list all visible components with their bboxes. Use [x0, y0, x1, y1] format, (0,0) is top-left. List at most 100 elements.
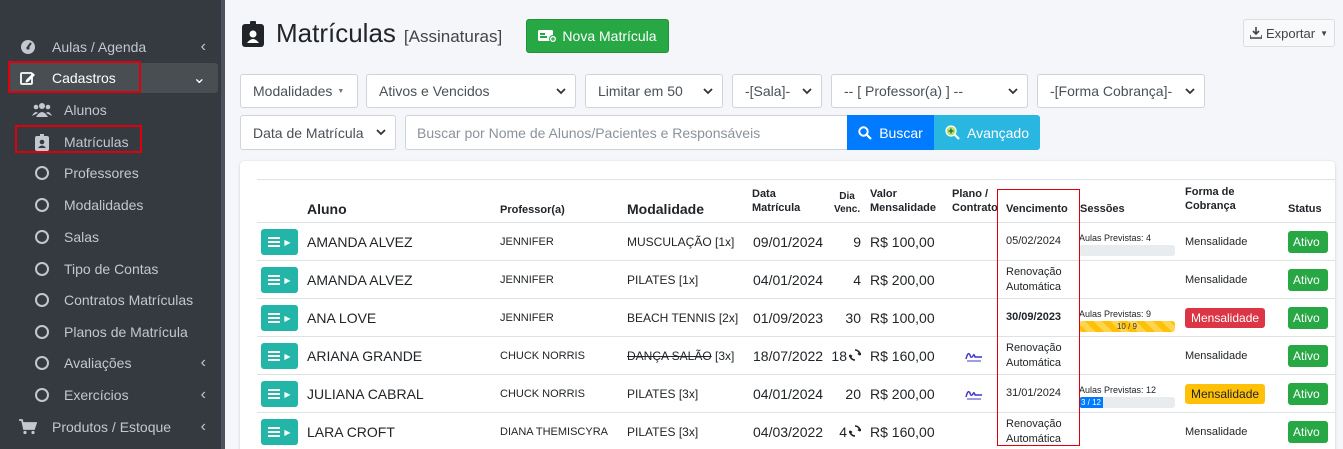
- row-menu-button[interactable]: ▶: [261, 229, 298, 255]
- col-header-line: Matrícula: [752, 201, 801, 214]
- table-row[interactable]: ▶ AMANDA ALVEZ JENNIFER MUSCULAÇÃO [1x] …: [257, 222, 1335, 260]
- sidebar-item-alunos[interactable]: Alunos: [8, 95, 218, 125]
- col-header-dia-venc[interactable]: Dia Venc.: [834, 191, 860, 216]
- aluno-name[interactable]: ARIANA GRANDE: [307, 337, 422, 374]
- professor-select[interactable]: -- [ Professor(a) ] --: [831, 74, 1028, 108]
- status-select[interactable]: Ativos e Vencidos: [366, 74, 576, 108]
- aluno-name[interactable]: ANA LOVE: [307, 299, 376, 336]
- search-button[interactable]: Buscar: [847, 115, 934, 150]
- row-menu-button[interactable]: ▶: [261, 381, 298, 407]
- limit-select[interactable]: Limitar em 50: [585, 74, 723, 108]
- sessoes-cell: Aulas Previstas: 9 10 / 9: [1079, 299, 1179, 336]
- sala-select[interactable]: -[Sala]-: [732, 74, 822, 108]
- col-header-aluno[interactable]: Aluno: [307, 201, 347, 219]
- dia-vencimento: 4: [831, 261, 861, 298]
- dia-value: 9: [853, 233, 861, 250]
- col-header-line: Forma de: [1185, 186, 1235, 198]
- row-menu-button[interactable]: ▶: [261, 419, 298, 445]
- dia-vencimento: 9: [831, 223, 861, 260]
- table-row[interactable]: ▶ ARIANA GRANDE CHUCK NORRIS DANÇA SALÃO…: [257, 336, 1335, 374]
- status-badge[interactable]: Ativo: [1288, 421, 1328, 443]
- row-menu-button[interactable]: ▶: [261, 267, 298, 293]
- sidebar-item-contratos-matriculas[interactable]: Contratos Matrículas: [8, 285, 218, 315]
- col-header-data-matricula[interactable]: Data Matrícula: [752, 188, 800, 216]
- sidebar-item-label: Exercícios: [64, 387, 129, 403]
- sidebar-item-produtos-estoque[interactable]: Produtos / Estoque ‹: [8, 412, 218, 442]
- chevron-left-icon: ‹: [200, 354, 206, 371]
- enrollments-card: Aluno Professor(a) Modalidade Data Matrí…: [240, 161, 1335, 449]
- status-badge[interactable]: Ativo: [1288, 345, 1328, 367]
- status-badge[interactable]: Ativo: [1288, 307, 1328, 329]
- menu-icon: [268, 427, 281, 437]
- circle-icon: [30, 325, 54, 339]
- row-menu-button[interactable]: ▶: [261, 305, 298, 331]
- table-row[interactable]: ▶ LARA CROFT DIANA THEMISCYRA PILATES [3…: [257, 412, 1335, 449]
- dia-vencimento: 4: [831, 413, 862, 449]
- forma-cobranca-badge: Mensalidade: [1185, 425, 1248, 438]
- valor-mensalidade: R$ 200,00: [870, 271, 935, 288]
- professor-name: JENNIFER: [500, 235, 554, 248]
- contract-cell: [965, 413, 990, 449]
- modalidade: BEACH TENNIS [2x]: [627, 299, 738, 336]
- modalidade: DANÇA SALÃO [3x]: [627, 337, 734, 374]
- advanced-search-button[interactable]: Avançado: [934, 115, 1040, 150]
- modalidade-name: PILATES: [627, 386, 676, 401]
- row-menu-button[interactable]: ▶: [261, 343, 298, 369]
- caret-right-icon: ▶: [284, 351, 291, 361]
- status-badge[interactable]: Ativo: [1288, 383, 1328, 405]
- sidebar-item-exercicios[interactable]: Exercícios ‹: [8, 380, 218, 410]
- data-matricula: 04/01/2024: [753, 271, 824, 288]
- aluno-name[interactable]: AMANDA ALVEZ: [307, 223, 413, 260]
- sidebar-item-avaliacoes[interactable]: Avaliações ‹: [8, 348, 218, 378]
- sidebar-item-planos-de-matricula[interactable]: Planos de Matrícula: [8, 317, 218, 347]
- new-enrollment-button[interactable]: Nova Matrícula: [526, 19, 669, 53]
- forma-cobranca-select-value: -[Forma Cobrança]-: [1050, 83, 1173, 99]
- data-matricula: 09/01/2024: [753, 233, 824, 250]
- forma-cobranca-select[interactable]: -[Forma Cobrança]-: [1037, 74, 1205, 108]
- col-header-professor[interactable]: Professor(a): [500, 204, 565, 218]
- sessoes-label: Aulas Previstas: 9: [1079, 309, 1152, 319]
- modalidade-name: DANÇA SALÃO: [627, 348, 712, 363]
- col-header-modalidade[interactable]: Modalidade: [627, 201, 704, 219]
- modalidades-label: Modalidades: [253, 83, 333, 99]
- aluno-name[interactable]: LARA CROFT: [307, 413, 395, 449]
- col-header-valor[interactable]: Valor Mensalidade: [870, 188, 936, 216]
- professor-name: CHUCK NORRIS: [500, 387, 585, 400]
- table-row[interactable]: ▶ ANA LOVE JENNIFER BEACH TENNIS [2x] 01…: [257, 298, 1335, 336]
- export-button[interactable]: Exportar ▼: [1243, 19, 1335, 47]
- dia-vencimento: 20: [831, 375, 861, 412]
- dia-value: 30: [845, 309, 861, 326]
- valor-mensalidade: R$ 160,00: [870, 347, 935, 364]
- status-badge[interactable]: Ativo: [1288, 231, 1328, 253]
- caret-right-icon: ▶: [284, 237, 291, 247]
- sidebar-item-modalidades[interactable]: Modalidades: [8, 190, 218, 220]
- signature-icon: [965, 390, 982, 399]
- highlight-box: [8, 61, 141, 93]
- modalidades-dropdown[interactable]: Modalidades ▼: [240, 74, 358, 108]
- sidebar-item-tipo-de-contas[interactable]: Tipo de Contas: [8, 254, 218, 284]
- col-header-forma-cobranca[interactable]: Forma de Cobrança: [1185, 186, 1236, 214]
- modalidade-name: PILATES: [627, 272, 676, 287]
- col-header-plano[interactable]: Plano / Contrato: [952, 188, 998, 216]
- export-label: Exportar: [1265, 25, 1316, 41]
- col-header-sessoes[interactable]: Sessões: [1080, 203, 1125, 217]
- date-field-select[interactable]: Data de Matrícula: [240, 115, 396, 150]
- modalidade-freq: [3x]: [678, 424, 699, 439]
- caret-right-icon: ▶: [284, 275, 291, 285]
- forma-cobranca: Mensalidade: [1185, 223, 1247, 260]
- sidebar-item-aulas-agenda[interactable]: Aulas / Agenda ‹: [8, 32, 218, 62]
- sidebar: Aulas / Agenda ‹ Cadastros ⌄ Alunos Matr…: [0, 0, 225, 449]
- search-input[interactable]: Buscar por Nome de Alunos/Pacientes e Re…: [405, 115, 848, 150]
- dia-vencimento: 18: [831, 337, 862, 374]
- modalidade-name: MUSCULAÇÃO: [627, 234, 712, 249]
- sidebar-item-professores[interactable]: Professores: [8, 158, 218, 188]
- table-row[interactable]: ▶ JULIANA CABRAL CHUCK NORRIS PILATES [3…: [257, 374, 1335, 412]
- modalidade-freq: [1x]: [715, 234, 735, 249]
- aluno-name[interactable]: AMANDA ALVEZ: [307, 261, 413, 298]
- col-header-status[interactable]: Status: [1288, 203, 1322, 217]
- table-row[interactable]: ▶ AMANDA ALVEZ JENNIFER PILATES [1x] 04/…: [257, 260, 1335, 298]
- sidebar-item-label: Professores: [64, 165, 139, 181]
- aluno-name[interactable]: JULIANA CABRAL: [307, 375, 424, 412]
- sidebar-item-salas[interactable]: Salas: [8, 222, 218, 252]
- status-badge[interactable]: Ativo: [1288, 269, 1328, 291]
